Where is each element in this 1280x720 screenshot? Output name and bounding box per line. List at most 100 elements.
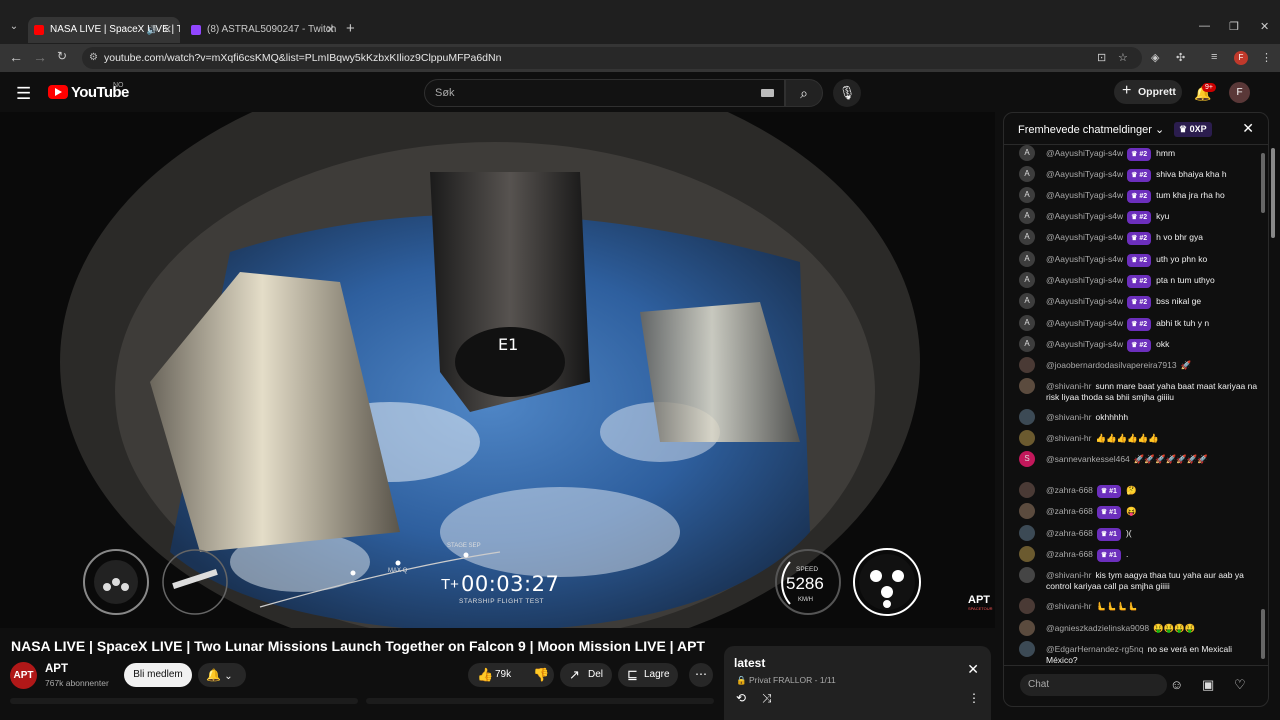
chat-author-avatar[interactable]	[1019, 620, 1035, 636]
emoji-icon[interactable]: ☺	[1170, 677, 1183, 692]
chat-author-avatar[interactable]: A	[1019, 336, 1035, 352]
youtube-logo-icon[interactable]	[48, 85, 68, 99]
dislike-button[interactable]: 👎	[524, 663, 554, 687]
chat-author-avatar[interactable]	[1019, 378, 1035, 394]
tab-twitch[interactable]: (8) ASTRAL5090247 - Twitch ✕	[185, 17, 343, 43]
chat-author-name[interactable]: @shivani-hr	[1046, 412, 1091, 422]
chat-author-avatar[interactable]	[1019, 525, 1035, 541]
chat-author-avatar[interactable]	[1019, 430, 1035, 446]
chat-author-avatar[interactable]	[1019, 357, 1035, 373]
restore-icon[interactable]: ❐	[1229, 20, 1239, 33]
search-input[interactable]: Søk	[424, 79, 785, 107]
chat-author-avatar[interactable]: A	[1019, 229, 1035, 245]
chat-author-avatar[interactable]	[1019, 482, 1035, 498]
shuffle-icon[interactable]: ⤨	[762, 691, 772, 706]
chat-author-name[interactable]: @agnieszkadzielinska9098	[1046, 623, 1149, 633]
keyboard-icon[interactable]	[761, 89, 774, 97]
chat-author-name[interactable]: @AayushiTyagi-s4w	[1046, 296, 1123, 306]
page-scrollbar[interactable]	[1271, 148, 1275, 238]
chat-author-name[interactable]: @zahra-668	[1046, 485, 1093, 495]
xp-badge[interactable]: ♛ 0XP	[1174, 122, 1212, 137]
chat-author-avatar[interactable]	[1019, 598, 1035, 614]
chat-scrollbar-lower[interactable]	[1261, 609, 1265, 659]
like-button[interactable]: 👍 79k	[468, 663, 524, 687]
chat-author-avatar[interactable]: S	[1019, 451, 1035, 467]
chat-author-name[interactable]: @AayushiTyagi-s4w	[1046, 318, 1123, 328]
chat-author-name[interactable]: @AayushiTyagi-s4w	[1046, 254, 1123, 264]
chat-author-avatar[interactable]	[1019, 546, 1035, 562]
more-actions-button[interactable]: ⋯	[689, 663, 713, 687]
minimize-icon[interactable]: —	[1199, 20, 1210, 32]
chat-author-name[interactable]: @AayushiTyagi-s4w	[1046, 190, 1123, 200]
chat-input[interactable]: Chat	[1020, 674, 1167, 696]
chat-author-name[interactable]: @shivani-hr	[1046, 570, 1091, 580]
install-icon[interactable]: ⊡	[1097, 51, 1106, 64]
extension-icon[interactable]: ◈	[1151, 51, 1159, 64]
chat-author-avatar[interactable]: A	[1019, 251, 1035, 267]
channel-avatar[interactable]: APT	[10, 662, 37, 689]
chat-author-name[interactable]: @AayushiTyagi-s4w	[1046, 211, 1123, 221]
tab-search-icon[interactable]: ⌄	[6, 19, 22, 35]
chat-author-name[interactable]: @zahra-668	[1046, 528, 1093, 538]
browser-profile-avatar[interactable]: F	[1234, 51, 1248, 65]
back-icon[interactable]: ←	[9, 49, 23, 65]
join-button[interactable]: Bli medlem	[124, 663, 192, 687]
chat-author-name[interactable]: @AayushiTyagi-s4w	[1046, 232, 1123, 242]
chat-author-name[interactable]: @zahra-668	[1046, 549, 1093, 559]
chat-author-name[interactable]: @EdgarHernandez-rg5nq	[1046, 644, 1143, 654]
tab-close-icon[interactable]: ✕	[326, 17, 335, 43]
search-button[interactable]: ⌕	[785, 79, 823, 107]
chat-author-avatar[interactable]: A	[1019, 315, 1035, 331]
playlist-title[interactable]: latest	[734, 656, 765, 670]
loop-icon[interactable]: ⟲	[736, 691, 746, 705]
bookmark-star-icon[interactable]: ☆	[1118, 51, 1128, 64]
chat-close-icon[interactable]: ✕	[1242, 120, 1254, 137]
chat-author-name[interactable]: @AayushiTyagi-s4w	[1046, 275, 1123, 285]
chat-scrollbar[interactable]	[1261, 153, 1265, 213]
voice-search-button[interactable]: 🎙	[833, 79, 861, 107]
puzzle-icon[interactable]: ✣	[1176, 51, 1185, 64]
chat-author-name[interactable]: @AayushiTyagi-s4w	[1046, 169, 1123, 179]
heart-icon[interactable]: ♡	[1234, 677, 1246, 693]
chat-mode-dropdown[interactable]: Fremhevede chatmeldinger ⌄	[1018, 123, 1164, 136]
subscription-bell-button[interactable]: 🔔 ⌄	[198, 663, 246, 687]
tab-youtube[interactable]: NASA LIVE | SpaceX LIVE | T 🔊 ✕	[28, 17, 180, 43]
chat-author-avatar[interactable]	[1019, 409, 1035, 425]
chat-author-avatar[interactable]: A	[1019, 145, 1035, 161]
chat-author-avatar[interactable]: A	[1019, 187, 1035, 203]
chat-author-name[interactable]: @shivani-hr	[1046, 433, 1091, 443]
playlist-menu-icon[interactable]: ⋮	[968, 691, 980, 705]
chat-author-avatar[interactable]	[1019, 567, 1035, 583]
chat-author-name[interactable]: @sannevankessel464	[1046, 454, 1130, 464]
chat-author-avatar[interactable]	[1019, 503, 1035, 519]
chat-author-avatar[interactable]	[1019, 641, 1035, 657]
create-button[interactable]: + Opprett	[1114, 80, 1182, 104]
chat-author-name[interactable]: @joaobernardodasilvapereira7913	[1046, 360, 1177, 370]
chat-author-name[interactable]: @AayushiTyagi-s4w	[1046, 339, 1123, 349]
chat-message-list[interactable]: A @AayushiTyagi-s4w ♛ #2 hmm A @AayushiTyagi-…	[1004, 145, 1258, 667]
hamburger-menu-icon[interactable]: ☰	[16, 84, 31, 104]
media-icon[interactable]: ≡	[1211, 51, 1217, 63]
speaker-icon[interactable]: 🔊	[147, 17, 158, 43]
share-button[interactable]: ↗ Del	[560, 663, 612, 687]
video-player[interactable]: E1 STAGE SEP MAX Q T+ 00:03:27 STARSHIP …	[0, 112, 995, 628]
chat-author-avatar[interactable]: A	[1019, 272, 1035, 288]
tab-close-icon[interactable]: ✕	[163, 17, 172, 43]
channel-name[interactable]: APT	[45, 663, 68, 675]
chat-author-name[interactable]: @shivani-hr	[1046, 381, 1091, 391]
reload-icon[interactable]: ↻	[57, 49, 67, 63]
playlist-close-icon[interactable]: ✕	[967, 661, 979, 678]
chat-author-avatar[interactable]: A	[1019, 293, 1035, 309]
window-close-icon[interactable]: ✕	[1260, 20, 1269, 33]
new-tab-button[interactable]: +	[346, 20, 355, 37]
super-chat-icon[interactable]: ▣	[1202, 677, 1214, 693]
channel-watermark[interactable]: APT SPACETOUR	[968, 594, 993, 611]
site-info-icon[interactable]: ⚙	[89, 47, 98, 69]
address-input[interactable]: ⚙ youtube.com/watch?v=mXqfi6csKMQ&list=P…	[82, 47, 1142, 69]
forward-icon[interactable]: →	[33, 49, 47, 65]
chat-author-name[interactable]: @AayushiTyagi-s4w	[1046, 148, 1123, 158]
chat-author-name[interactable]: @zahra-668	[1046, 506, 1093, 516]
menu-dots-icon[interactable]: ⋮	[1261, 51, 1272, 64]
save-button[interactable]: ⊑ Lagre	[618, 663, 678, 687]
chat-author-avatar[interactable]: A	[1019, 208, 1035, 224]
